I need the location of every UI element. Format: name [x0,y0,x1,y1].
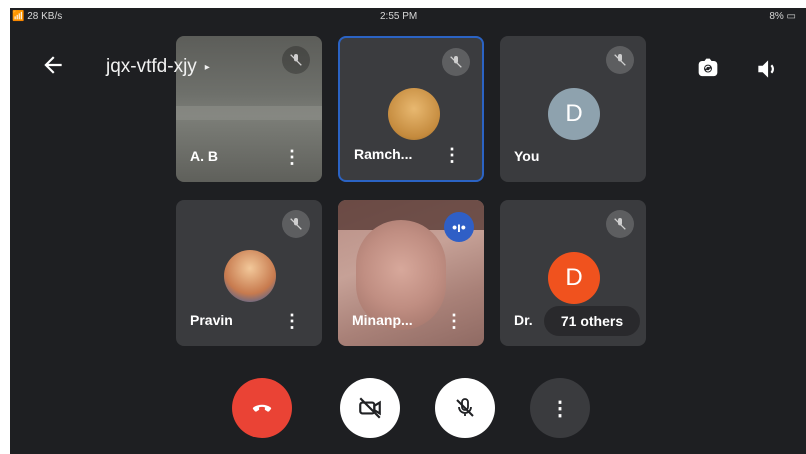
status-bar: 📶 28 KB/s 2:55 PM 8% ▭ [10,8,806,26]
mic-off-icon [456,398,474,417]
mic-off-icon [290,218,302,230]
mic-off-icon [614,54,626,66]
mic-off-icon [614,218,626,230]
participant-name: A. B [190,148,218,164]
participant-tile-video[interactable]: •ı• Minanp... ⋮ [338,200,484,346]
clock: 2:55 PM [380,11,418,22]
back-button[interactable] [40,52,70,82]
toggle-mic-button[interactable] [435,378,495,438]
meeting-code: jqx-vtfd-xjy [106,56,197,77]
more-options-button[interactable]: ⋮ [530,378,590,438]
speaker-icon [758,60,774,78]
participant-more-options[interactable]: ⋮ [443,146,461,164]
camera-off-icon [359,397,381,419]
participant-name: Dr. [514,312,533,328]
participant-more-options[interactable]: ⋮ [445,312,463,330]
switch-camera-button[interactable] [694,54,722,82]
arrow-left-icon [44,56,62,74]
mic-off-icon [450,56,462,68]
mic-off-indicator [282,210,310,238]
others-count-badge[interactable]: 71 others [544,306,640,336]
network-speed: 📶 28 KB/s [12,11,63,22]
avatar [388,88,440,140]
participant-name: Pravin [190,312,233,328]
avatar: D [548,88,600,140]
phone-hangup-icon [252,404,272,412]
battery-indicator: 8% ▭ [769,11,796,22]
participant-tile-pravin[interactable]: Pravin ⋮ [176,200,322,346]
participant-tile-you[interactable]: D You [500,36,646,182]
mic-off-icon [290,54,302,66]
end-call-button[interactable] [232,378,292,438]
mic-off-indicator [282,46,310,74]
meet-call-screen: 📶 28 KB/s 2:55 PM 8% ▭ jqx-vtfd-xjy ▸ A.… [10,8,806,454]
participant-more-options[interactable]: ⋮ [283,148,301,166]
participant-name: Ramch... [354,146,413,162]
participant-name: Minanp... [352,312,413,328]
camera-switch-icon [698,58,718,77]
avatar: D [548,252,600,304]
screen: 📶 28 KB/s 2:55 PM 8% ▭ jqx-vtfd-xjy ▸ A.… [0,0,806,454]
audio-output-button[interactable] [754,56,780,82]
toggle-camera-button[interactable] [340,378,400,438]
mic-off-indicator [606,210,634,238]
avatar [224,250,276,302]
participant-more-options[interactable]: ⋮ [283,312,301,330]
participant-tile-ramch[interactable]: Ramch... ⋮ [338,36,484,182]
caret-right-icon: ▸ [204,61,210,73]
mic-off-indicator [442,48,470,76]
participant-name: You [514,148,540,164]
meeting-code-button[interactable]: jqx-vtfd-xjy ▸ [106,56,210,78]
mic-off-indicator [606,46,634,74]
speaking-indicator-icon: •ı• [444,212,474,242]
